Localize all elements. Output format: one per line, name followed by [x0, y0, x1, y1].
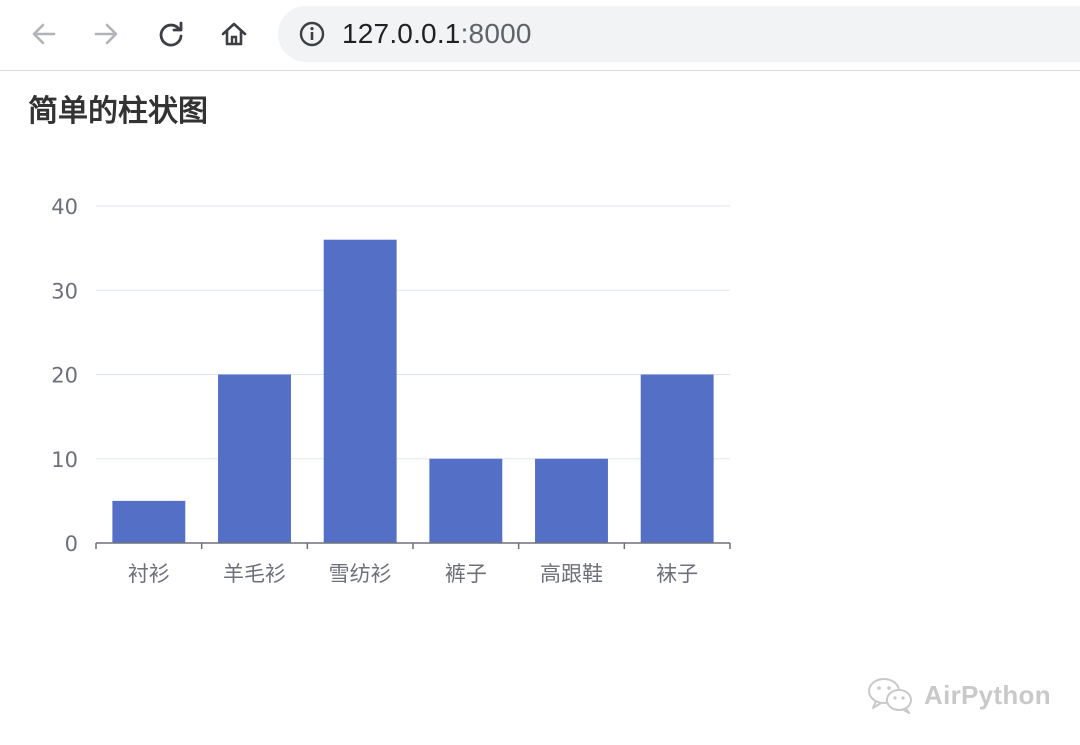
bar-2: [218, 374, 291, 543]
x-tick-label: 裤子: [445, 562, 487, 586]
y-tick-label: 0: [65, 532, 78, 556]
browser-toolbar: 127.0.0.1:8000: [0, 0, 1080, 71]
x-tick-label: 雪纺衫: [329, 562, 392, 586]
home-icon: [221, 22, 247, 46]
y-tick-label: 40: [51, 195, 78, 219]
bar-chart-svg: 0 10 20 30 40 衬衫 羊毛衫 雪纺衫 裤子 高跟鞋 袜子: [51, 195, 731, 586]
reload-icon: [159, 21, 183, 47]
arrow-left-icon: [32, 23, 56, 45]
home-button[interactable]: [214, 14, 254, 54]
watermark-text: AirPython: [924, 679, 1051, 710]
url-host: 127.0.0.1: [342, 18, 461, 49]
page-title: 简单的柱状图: [28, 94, 208, 129]
bar-5: [535, 458, 608, 543]
forward-button[interactable]: [86, 14, 126, 54]
bar-3: [323, 239, 397, 543]
arrow-right-icon: [94, 23, 118, 45]
reload-button[interactable]: [151, 14, 191, 54]
browser-window: 127.0.0.1:8000 简单的柱状图 0 10 20 30 40 衬衫 羊毛衫 雪纺衫 裤…: [0, 0, 1080, 745]
bar-4: [429, 458, 503, 543]
x-tick-label: 衬衫: [128, 562, 170, 586]
x-tick-label: 袜子: [656, 562, 698, 586]
info-icon[interactable]: [298, 20, 326, 48]
url-port: :8000: [460, 18, 532, 49]
bar-1: [112, 500, 186, 543]
x-tick-label: 高跟鞋: [540, 562, 603, 586]
url-text[interactable]: 127.0.0.1:8000: [342, 18, 532, 50]
watermark: AirPython: [866, 672, 1051, 718]
y-tick-label: 30: [51, 279, 78, 303]
back-button[interactable]: [24, 14, 64, 54]
bar-chart: 0 10 20 30 40 衬衫 羊毛衫 雪纺衫 裤子 高跟鞋 袜子: [0, 170, 760, 600]
y-tick-label: 10: [51, 448, 78, 472]
y-tick-label: 20: [51, 364, 78, 388]
bar-6: [640, 374, 714, 543]
address-bar[interactable]: 127.0.0.1:8000: [278, 6, 1080, 62]
wechat-icon: [868, 678, 912, 714]
x-tick-label: 羊毛衫: [223, 562, 286, 586]
